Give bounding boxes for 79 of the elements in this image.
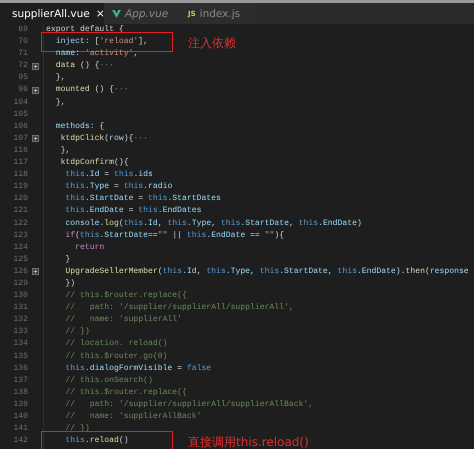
close-icon[interactable]: ×	[96, 7, 105, 20]
code-line: },	[54, 72, 66, 84]
line-number: 105	[12, 108, 28, 121]
line-number: 106	[12, 120, 28, 133]
line-number: 104	[12, 96, 28, 109]
code-line: this.Type = this.radio	[64, 181, 172, 194]
code-line: // name: 'supplierAllBack'	[64, 411, 202, 423]
code-line: inject: ['reload'],	[54, 36, 148, 48]
code-line: // path: '/supplier/supplierAll/supplierAll',	[64, 302, 294, 314]
fold-icon[interactable]	[32, 62, 39, 70]
line-number: 142	[12, 435, 28, 448]
code-line: })	[64, 278, 76, 290]
line-number: 133	[12, 326, 28, 338]
code-line: this.EndDate = this.EndDates	[64, 205, 202, 218]
line-number: 139	[12, 398, 28, 411]
code-line: if(this.StartDate=="" || this.EndDate == ""){	[64, 230, 284, 242]
code-line: return	[74, 242, 104, 254]
code-line: ktdpConfirm(){	[60, 157, 129, 170]
code-line: // this.$router.replace({	[64, 386, 187, 399]
tab-label: supplierAll.vue	[12, 8, 90, 20]
line-number: 124	[12, 242, 28, 254]
code-line: // this.$router.go(0)	[64, 350, 168, 363]
line-number: 129	[12, 278, 28, 290]
line-number: 130	[12, 290, 28, 302]
line-number: 72	[17, 60, 28, 72]
triangle-icon	[112, 10, 121, 18]
line-number: 132	[12, 314, 28, 326]
line-number: 126	[12, 266, 28, 278]
code-line: this.dialogFormVisible = false	[64, 362, 212, 375]
code-line: mounted () {···	[54, 84, 129, 96]
tab-label: index.js	[200, 8, 240, 20]
annotation-text: 直接调用this.reload()	[188, 434, 309, 449]
code-line: // this.$router.replace({	[64, 290, 187, 302]
fold-icon[interactable]	[32, 87, 39, 94]
line-number: 137	[12, 374, 28, 387]
line-number: 107	[12, 132, 28, 145]
code-line: name: 'activity',	[54, 48, 138, 60]
code-line: // name: 'supplierAll'	[64, 314, 182, 326]
line-number: 123	[12, 230, 28, 242]
line-number: 96	[17, 84, 28, 96]
line-number: 141	[12, 423, 28, 436]
code-line: console.log(this.Id, this.Type, this.StartDate, this.EndDate)	[64, 218, 362, 230]
annotation-text: 注入依赖	[188, 35, 236, 52]
file-tab[interactable]: supplierAll.vue ×	[0, 3, 104, 24]
line-number: 135	[12, 350, 28, 363]
line-number: 95	[17, 72, 28, 84]
line-number: 120	[12, 193, 28, 206]
code-line: }	[64, 254, 70, 266]
code-line: this.reload()	[64, 435, 129, 448]
line-number: 121	[12, 205, 28, 218]
line-number: 119	[12, 181, 28, 194]
line-number: 131	[12, 302, 28, 314]
line-number: 140	[12, 411, 28, 423]
line-number: 116	[12, 144, 28, 157]
line-number: 138	[12, 386, 28, 399]
fold-icon[interactable]	[32, 268, 39, 276]
code-line: // location. reload()	[64, 338, 168, 350]
line-number: 69	[17, 24, 28, 36]
tab-label: App.vue	[125, 8, 168, 20]
line-number: 71	[17, 48, 28, 60]
code-line: methods: {	[54, 120, 104, 133]
code-line: // })	[64, 326, 90, 338]
code-line: this.Id = this.ids	[64, 169, 153, 182]
code-line: data () {···	[54, 60, 114, 72]
code-line: ktdpClick(row){···	[60, 132, 148, 145]
line-number: 125	[12, 254, 28, 266]
line-number: 118	[12, 169, 28, 182]
code-line: UpgradeSellerMember(this.Id, this.Type, this.StartDate, this.EndDate).then(response	[64, 266, 469, 278]
line-number: 136	[12, 362, 28, 375]
code-line: this.StartDate = this.StartDates	[64, 193, 221, 206]
line-number: 70	[17, 36, 28, 48]
code-line: },	[54, 96, 66, 109]
line-number: 122	[12, 218, 28, 230]
code-line: // path: '/supplier/supplierAll/supplierAllBack',	[64, 398, 314, 411]
fold-icon[interactable]	[32, 135, 39, 142]
line-number: 134	[12, 338, 28, 350]
line-number: 117	[12, 157, 28, 170]
code-line: // this.onSearch()	[64, 374, 153, 387]
code-line: },	[60, 144, 70, 157]
